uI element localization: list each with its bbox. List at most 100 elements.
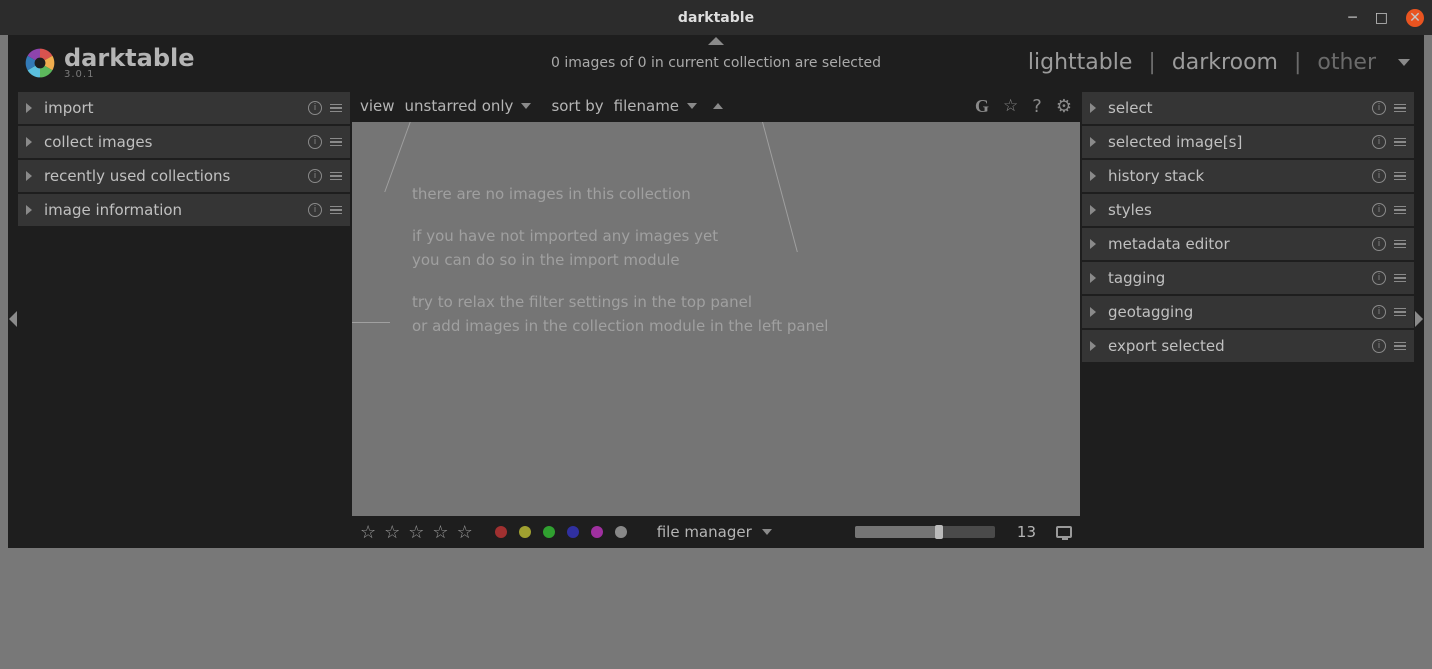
module-export-selected[interactable]: export selected i xyxy=(1082,330,1414,362)
help-icon[interactable]: ? xyxy=(1032,96,1042,117)
layout-value: file manager xyxy=(657,523,752,541)
brand-name: darktable xyxy=(64,46,195,70)
gear-icon[interactable]: ⚙ xyxy=(1056,96,1072,117)
view-separator: | xyxy=(1294,50,1301,75)
presets-icon[interactable] xyxy=(330,206,342,215)
window-title: darktable xyxy=(678,10,754,26)
presets-icon[interactable] xyxy=(1394,206,1406,215)
reset-icon[interactable]: i xyxy=(1372,169,1386,183)
sort-dropdown[interactable]: filename xyxy=(614,97,697,115)
star-icon[interactable]: ☆ xyxy=(360,522,376,543)
module-recently-used[interactable]: recently used collections i xyxy=(18,160,350,192)
star-icon[interactable]: ☆ xyxy=(432,522,448,543)
maximize-icon[interactable]: □ xyxy=(1375,10,1388,26)
minimize-icon[interactable]: ─ xyxy=(1348,10,1356,26)
color-label-yellow[interactable] xyxy=(519,526,531,538)
presets-icon[interactable] xyxy=(1394,308,1406,317)
star-icon[interactable]: ☆ xyxy=(408,522,424,543)
display-profile-icon[interactable] xyxy=(1056,526,1072,538)
grouping-icon[interactable]: G xyxy=(975,96,989,117)
color-label-green[interactable] xyxy=(543,526,555,538)
darktable-logo-icon xyxy=(22,45,58,81)
star-icon[interactable]: ☆ xyxy=(457,522,473,543)
expand-icon xyxy=(1090,171,1096,181)
color-label-grey[interactable] xyxy=(615,526,627,538)
color-labels xyxy=(495,526,627,538)
chevron-down-icon xyxy=(762,529,772,535)
color-label-blue[interactable] xyxy=(567,526,579,538)
right-panel: select i selected image[s] i history sta… xyxy=(1082,90,1414,548)
expand-icon xyxy=(1090,137,1096,147)
bottom-toolbar: ☆ ☆ ☆ ☆ ☆ file manager xyxy=(352,516,1080,548)
module-select[interactable]: select i xyxy=(1082,92,1414,124)
module-label: image information xyxy=(44,201,182,219)
left-panel: import i collect images i recently used … xyxy=(18,90,350,548)
star-rating[interactable]: ☆ ☆ ☆ ☆ ☆ xyxy=(360,522,473,543)
presets-icon[interactable] xyxy=(1394,172,1406,181)
reset-icon[interactable]: i xyxy=(1372,237,1386,251)
reset-icon[interactable]: i xyxy=(1372,101,1386,115)
close-icon[interactable]: ✕ xyxy=(1406,9,1424,27)
presets-icon[interactable] xyxy=(1394,138,1406,147)
presets-icon[interactable] xyxy=(330,138,342,147)
reset-icon[interactable]: i xyxy=(1372,135,1386,149)
sort-value: filename xyxy=(614,97,679,115)
collapse-left-icon[interactable] xyxy=(8,90,18,548)
module-label: geotagging xyxy=(1108,303,1193,321)
expand-icon xyxy=(26,103,32,113)
reset-icon[interactable]: i xyxy=(1372,339,1386,353)
layout-dropdown[interactable]: file manager xyxy=(657,523,772,541)
module-styles[interactable]: styles i xyxy=(1082,194,1414,226)
reset-icon[interactable]: i xyxy=(1372,305,1386,319)
pointer-line xyxy=(384,122,410,192)
empty-line-1: there are no images in this collection xyxy=(412,182,1060,206)
star-icon[interactable]: ☆ xyxy=(384,522,400,543)
sort-direction-icon[interactable] xyxy=(713,103,723,109)
center-column: view unstarred only sort by filename G ☆… xyxy=(352,90,1080,548)
view-other-dropdown-icon[interactable] xyxy=(1398,59,1410,66)
module-image-information[interactable]: image information i xyxy=(18,194,350,226)
reset-icon[interactable]: i xyxy=(308,169,322,183)
module-geotagging[interactable]: geotagging i xyxy=(1082,296,1414,328)
view-filter-dropdown[interactable]: unstarred only xyxy=(405,97,532,115)
module-tagging[interactable]: tagging i xyxy=(1082,262,1414,294)
expand-icon xyxy=(26,171,32,181)
overlay-star-icon[interactable]: ☆ xyxy=(1003,96,1018,116)
view-switcher: lighttable | darkroom | other xyxy=(1028,50,1410,75)
reset-icon[interactable]: i xyxy=(1372,203,1386,217)
module-collect-images[interactable]: collect images i xyxy=(18,126,350,158)
module-label: recently used collections xyxy=(44,167,230,185)
reset-icon[interactable]: i xyxy=(1372,271,1386,285)
empty-line-2: if you have not imported any images yet … xyxy=(412,224,1060,272)
color-label-magenta[interactable] xyxy=(591,526,603,538)
module-label: styles xyxy=(1108,201,1152,219)
view-lighttable[interactable]: lighttable xyxy=(1028,50,1132,75)
presets-icon[interactable] xyxy=(330,104,342,113)
module-metadata-editor[interactable]: metadata editor i xyxy=(1082,228,1414,260)
expand-icon xyxy=(1090,307,1096,317)
module-history-stack[interactable]: history stack i xyxy=(1082,160,1414,192)
collapse-top-icon[interactable] xyxy=(708,37,724,45)
reset-icon[interactable]: i xyxy=(308,101,322,115)
expand-icon xyxy=(1090,341,1096,351)
expand-icon xyxy=(26,137,32,147)
reset-icon[interactable]: i xyxy=(308,135,322,149)
view-separator: | xyxy=(1148,50,1155,75)
chevron-down-icon xyxy=(687,103,697,109)
zoom-slider[interactable] xyxy=(855,526,995,538)
color-label-red[interactable] xyxy=(495,526,507,538)
expand-icon xyxy=(1090,273,1096,283)
module-label: collect images xyxy=(44,133,152,151)
presets-icon[interactable] xyxy=(1394,240,1406,249)
view-darkroom[interactable]: darkroom xyxy=(1172,50,1278,75)
presets-icon[interactable] xyxy=(330,172,342,181)
view-other[interactable]: other xyxy=(1317,50,1376,75)
collapse-right-icon[interactable] xyxy=(1414,90,1424,548)
reset-icon[interactable]: i xyxy=(308,203,322,217)
module-import[interactable]: import i xyxy=(18,92,350,124)
presets-icon[interactable] xyxy=(1394,104,1406,113)
presets-icon[interactable] xyxy=(1394,274,1406,283)
module-selected-images[interactable]: selected image[s] i xyxy=(1082,126,1414,158)
module-label: metadata editor xyxy=(1108,235,1230,253)
presets-icon[interactable] xyxy=(1394,342,1406,351)
